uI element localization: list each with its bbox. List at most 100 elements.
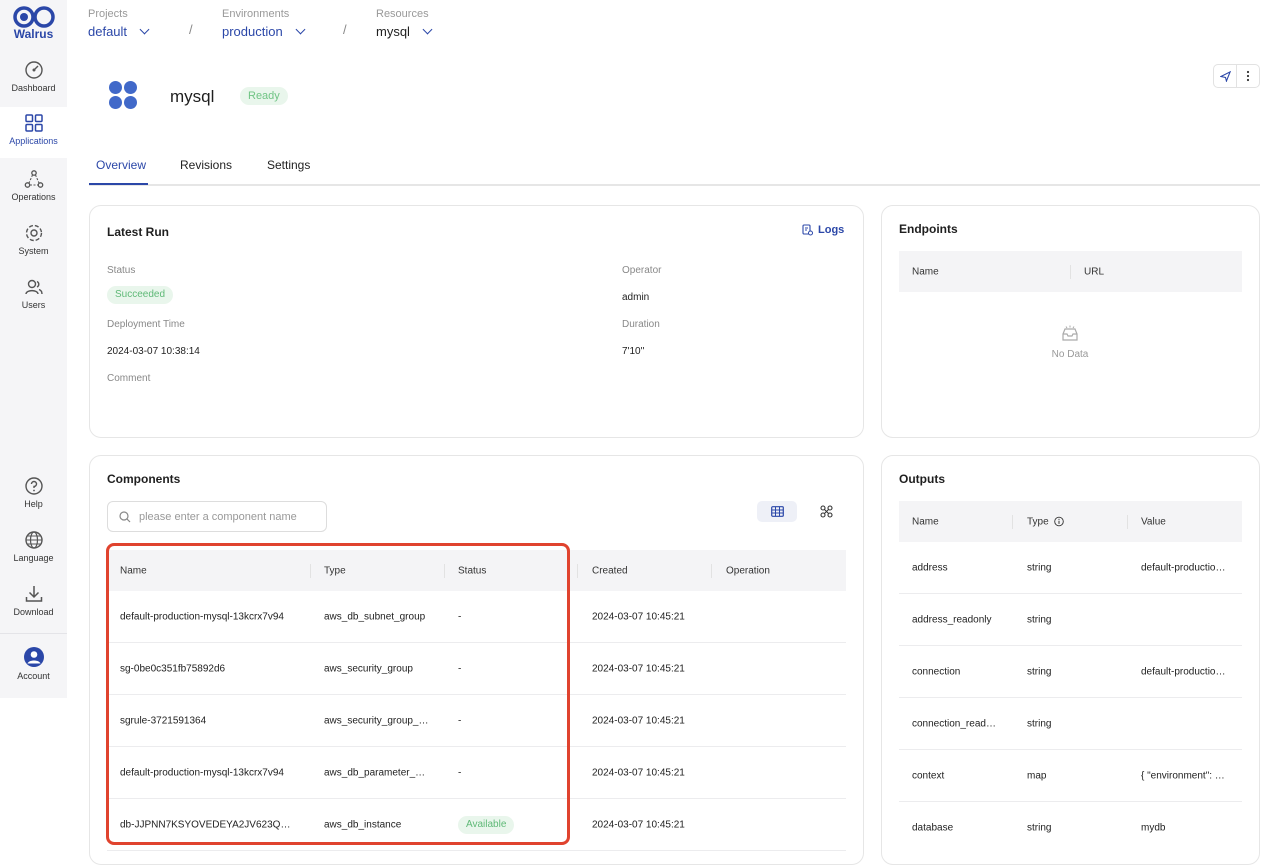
breadcrumb-environments[interactable]: Environments production	[222, 8, 306, 39]
output-type: string	[1027, 614, 1052, 625]
table-row[interactable]: context map { "environment": …	[899, 750, 1242, 802]
output-type: string	[1027, 562, 1052, 573]
breadcrumb-resources-label: Resources	[376, 8, 429, 20]
table-row[interactable]: connection_read… string	[899, 698, 1242, 750]
breadcrumb-resources-value: mysql	[376, 24, 410, 39]
endpoints-empty-state: No Data	[1040, 325, 1100, 360]
breadcrumb-separator: /	[189, 22, 193, 37]
table-view-button[interactable]	[757, 501, 797, 522]
nav-account-label: Account	[17, 671, 50, 681]
breadcrumb-resources[interactable]: Resources mysql	[376, 8, 433, 39]
endpoints-col-name: Name	[912, 266, 939, 277]
endpoints-col-url: URL	[1084, 266, 1105, 277]
components-col-status: Status	[458, 565, 487, 576]
nav-account[interactable]: Account	[0, 640, 67, 692]
nav-download[interactable]: Download	[0, 578, 67, 630]
page-title: mysql	[170, 87, 215, 106]
table-row[interactable]: database string mydb	[899, 802, 1242, 854]
logs-link[interactable]: Logs	[802, 224, 844, 236]
outputs-col-name: Name	[912, 516, 939, 527]
breadcrumb-projects-value: default	[88, 24, 128, 39]
output-name: context	[912, 770, 945, 781]
run-status-badge: Succeeded	[107, 286, 174, 304]
nav-users[interactable]: Users	[0, 271, 67, 323]
table-row[interactable]: connection string default-productio…	[899, 646, 1242, 698]
outputs-col-value: Value	[1141, 516, 1166, 527]
tab-bar: Overview Revisions Settings	[89, 148, 1260, 186]
send-button[interactable]	[1214, 65, 1237, 87]
component-name: sgrule-3721591364	[120, 715, 207, 726]
sidebar: Walrus Dashboard Applications Operations…	[0, 0, 67, 698]
walrus-logo-icon	[12, 6, 55, 28]
component-created: 2024-03-07 10:45:21	[592, 715, 685, 726]
endpoints-title: Endpoints	[899, 222, 958, 236]
operations-icon	[24, 170, 43, 188]
output-value: default-productio…	[1141, 562, 1226, 573]
breadcrumb-projects[interactable]: Projects default	[88, 8, 150, 39]
deployment-time-value: 2024-03-07 10:38:14	[107, 346, 200, 357]
app-icon	[108, 80, 138, 115]
table-row[interactable]: address_readonly string	[899, 594, 1242, 646]
component-search-input[interactable]	[139, 510, 319, 523]
column-divider	[310, 564, 311, 578]
nav-language[interactable]: Language	[0, 524, 67, 576]
column-divider	[1127, 515, 1128, 529]
component-created: 2024-03-07 10:45:21	[592, 663, 685, 674]
more-button[interactable]	[1237, 65, 1259, 87]
component-status: -	[458, 663, 462, 674]
table-row[interactable]: default-production-mysql-13kcrx7v94 aws_…	[107, 591, 846, 643]
table-row[interactable]: default-production-mysql-13kcrx7v94 aws_…	[107, 747, 846, 799]
column-divider	[444, 564, 445, 578]
tab-overview[interactable]: Overview	[96, 158, 146, 172]
component-status: -	[458, 767, 462, 778]
chevron-down-icon[interactable]	[422, 24, 433, 35]
sidebar-divider	[0, 633, 67, 634]
chevron-down-icon[interactable]	[295, 24, 306, 35]
info-icon[interactable]	[1053, 516, 1064, 527]
components-table-header: Name Type Status Created Operation	[107, 550, 846, 591]
table-row[interactable]: db-JJPNN7KSYOVEDEYA2JV623Q… aws_db_insta…	[107, 799, 846, 851]
table-row[interactable]: address string default-productio…	[899, 542, 1242, 594]
duration-label: Duration	[622, 319, 660, 330]
output-name: connection	[912, 666, 961, 677]
table-row[interactable]: sgrule-3721591364 aws_security_group_… -…	[107, 695, 846, 747]
output-value: mydb	[1141, 822, 1166, 834]
help-icon	[24, 477, 43, 495]
status-badge: Ready	[240, 87, 288, 105]
topology-graph-icon	[819, 505, 833, 518]
search-icon	[119, 510, 131, 522]
chevron-down-icon[interactable]	[139, 24, 150, 35]
nav-operations[interactable]: Operations	[0, 163, 67, 215]
brand-logo[interactable]: Walrus	[0, 6, 67, 41]
tab-settings[interactable]: Settings	[267, 158, 310, 172]
component-type: aws_db_instance	[324, 819, 402, 830]
nav-dashboard[interactable]: Dashboard	[0, 54, 67, 106]
account-avatar-icon	[23, 647, 44, 667]
graph-view-button[interactable]	[806, 501, 846, 522]
gear-icon	[25, 224, 42, 242]
table-grid-icon	[770, 506, 784, 517]
component-type: aws_db_subnet_group	[324, 611, 426, 622]
tab-revisions[interactable]: Revisions	[180, 158, 232, 172]
breadcrumb-environments-label: Environments	[222, 8, 290, 20]
output-value: default-productio…	[1141, 666, 1226, 677]
endpoints-table-header: Name URL	[899, 251, 1242, 292]
nav-applications[interactable]: Applications	[0, 107, 67, 158]
component-created: 2024-03-07 10:45:21	[592, 819, 685, 830]
header-actions	[1213, 64, 1260, 88]
table-row[interactable]: sg-0be0c351fb75892d6 aws_security_group …	[107, 643, 846, 695]
outputs-col-type: Type	[1027, 516, 1064, 527]
nav-language-label: Language	[13, 553, 54, 563]
component-search[interactable]	[107, 501, 327, 532]
component-status: -	[458, 715, 462, 726]
nav-help[interactable]: Help	[0, 470, 67, 522]
nav-system[interactable]: System	[0, 217, 67, 269]
empty-inbox-icon	[1062, 325, 1078, 341]
column-divider	[577, 564, 578, 578]
component-created: 2024-03-07 10:45:21	[592, 767, 685, 778]
latest-run-title: Latest Run	[107, 225, 170, 239]
endpoints-card	[881, 205, 1260, 438]
nav-users-label: Users	[21, 300, 46, 310]
operator-label: Operator	[622, 265, 662, 276]
component-name: default-production-mysql-13kcrx7v94	[120, 767, 284, 778]
